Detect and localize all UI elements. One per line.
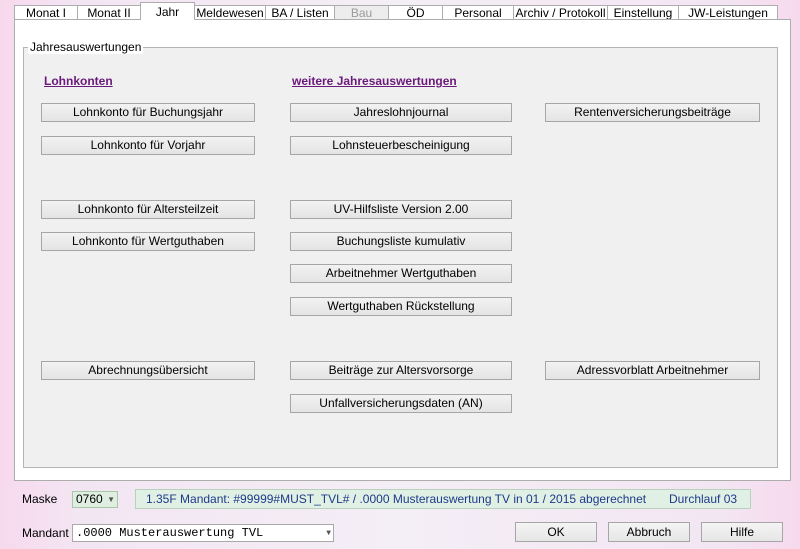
lohnkonto-buchungsjahr-button[interactable]: Lohnkonto für Buchungsjahr (41, 103, 255, 122)
lohnkonto-wertguthaben-button[interactable]: Lohnkonto für Wertguthaben (41, 232, 255, 251)
group-title: Jahresauswertungen (28, 40, 144, 54)
tab-jw-leistungen[interactable]: JW-Leistungen (678, 5, 778, 20)
durchlauf-text: Durchlauf 03 (669, 492, 738, 506)
tab-meldewesen[interactable]: Meldewesen (194, 5, 266, 20)
maske-value: 0760 (76, 492, 103, 506)
arbeitnehmer-wertguthaben-button[interactable]: Arbeitnehmer Wertguthaben (290, 264, 512, 283)
lohnkonto-altersteilzeit-button[interactable]: Lohnkonto für Altersteilzeit (41, 200, 255, 219)
beitraege-altersvorsorge-button[interactable]: Beiträge zur Altersvorsorge (290, 361, 512, 380)
tab-oed[interactable]: ÖD (388, 5, 443, 20)
abbruch-button[interactable]: Abbruch (608, 522, 690, 542)
status-info-text: 1.35F Mandant: #99999#MUST_TVL# / .0000 … (146, 492, 647, 506)
chevron-down-icon: ▼ (326, 529, 331, 538)
tab-personal[interactable]: Personal (442, 5, 514, 20)
jahreslohnjournal-button[interactable]: Jahreslohnjournal (290, 103, 512, 122)
tab-bar: Monat I Monat II Jahr Meldewesen BA / Li… (14, 2, 791, 20)
tab-monat-2[interactable]: Monat II (77, 5, 141, 20)
chevron-down-icon: ▼ (107, 495, 115, 504)
abrechnungsuebersicht-button[interactable]: Abrechnungsübersicht (41, 361, 255, 380)
adressvorblatt-arbeitnehmer-button[interactable]: Adressvorblatt Arbeitnehmer (545, 361, 760, 380)
uv-hilfsliste-button[interactable]: UV-Hilfsliste Version 2.00 (290, 200, 512, 219)
hilfe-button[interactable]: Hilfe (701, 522, 783, 542)
ok-button[interactable]: OK (515, 522, 597, 542)
lohnsteuerbescheinigung-button[interactable]: Lohnsteuerbescheinigung (290, 136, 512, 155)
maske-label: Maske (22, 492, 58, 506)
tab-jahr[interactable]: Jahr (140, 2, 195, 20)
tab-monat-1[interactable]: Monat I (14, 5, 78, 20)
tab-archiv-protokoll[interactable]: Archiv / Protokoll (513, 5, 608, 20)
status-info: 1.35F Mandant: #99999#MUST_TVL# / .0000 … (135, 489, 751, 509)
section-lohnkonten: Lohnkonten (44, 74, 113, 88)
rentenversicherungsbeitraege-button[interactable]: Rentenversicherungsbeiträge (545, 103, 760, 122)
section-weitere-jahresauswertungen: weitere Jahresauswertungen (292, 74, 457, 88)
unfallversicherungsdaten-button[interactable]: Unfallversicherungsdaten (AN) (290, 394, 512, 413)
wertguthaben-rueckstellung-button[interactable]: Wertguthaben Rückstellung (290, 297, 512, 316)
buchungsliste-kumulativ-button[interactable]: Buchungsliste kumulativ (290, 232, 512, 251)
lohnkonto-vorjahr-button[interactable]: Lohnkonto für Vorjahr (41, 136, 255, 155)
mandant-select[interactable]: .0000 Musterauswertung TVL ▼ (72, 524, 334, 542)
mandant-label: Mandant (22, 526, 69, 540)
tab-bau[interactable]: Bau (334, 5, 389, 20)
maske-select[interactable]: 0760 ▼ (72, 491, 118, 508)
mandant-value: .0000 Musterauswertung TVL (76, 526, 264, 540)
tab-einstellung[interactable]: Einstellung (607, 5, 679, 20)
tab-ba-listen[interactable]: BA / Listen (265, 5, 335, 20)
